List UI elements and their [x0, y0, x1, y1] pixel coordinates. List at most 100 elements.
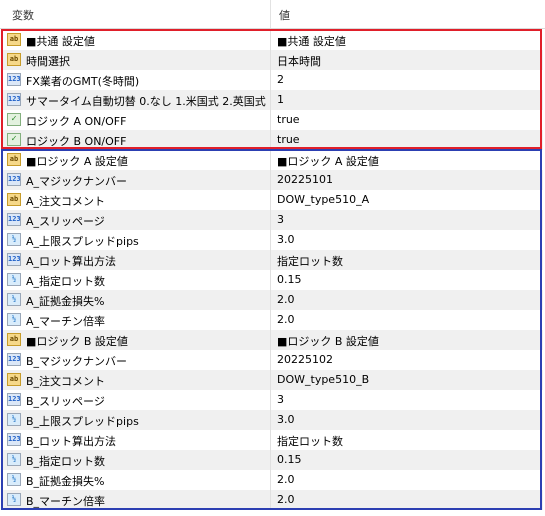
- table-row[interactable]: ½ A_マーチン倍率 2.0: [2, 310, 543, 330]
- variable-cell: ab ■ロジック B 設定値: [2, 330, 271, 350]
- variable-value[interactable]: 2.0: [277, 473, 295, 486]
- table-row[interactable]: 123 A_スリッページ 3: [2, 210, 543, 230]
- value-cell[interactable]: 2.0: [270, 310, 543, 330]
- variable-cell: ½ A_指定ロット数: [2, 270, 271, 290]
- variable-value[interactable]: ■ロジック B 設定値: [277, 333, 379, 349]
- value-cell[interactable]: 20225101: [270, 170, 543, 190]
- double-type-icon: ½: [7, 313, 21, 326]
- table-row[interactable]: 123 B_スリッページ 3: [2, 390, 543, 410]
- value-cell[interactable]: 3.0: [270, 410, 543, 430]
- table-row[interactable]: ½ A_上限スプレッドpips 3.0: [2, 230, 543, 250]
- column-header-value[interactable]: 値: [279, 7, 290, 23]
- value-cell[interactable]: true: [270, 110, 543, 130]
- table-row[interactable]: ab ■共通 設定値 ■共通 設定値: [2, 30, 543, 50]
- variable-value[interactable]: 2: [277, 73, 284, 86]
- string-type-icon: ab: [7, 53, 21, 66]
- variable-name: FX業者のGMT(冬時間): [26, 75, 140, 88]
- table-row[interactable]: 123 A_マジックナンバー 20225101: [2, 170, 543, 190]
- value-cell[interactable]: 0.15: [270, 450, 543, 470]
- value-cell[interactable]: 指定ロット数: [270, 430, 543, 450]
- value-cell[interactable]: true: [270, 130, 543, 150]
- table-row[interactable]: 123 FX業者のGMT(冬時間) 2: [2, 70, 543, 90]
- string-type-icon: ab: [7, 33, 21, 46]
- table-row[interactable]: 123 B_マジックナンバー 20225102: [2, 350, 543, 370]
- variable-value[interactable]: 20225102: [277, 353, 333, 366]
- variable-cell: 123 A_マジックナンバー: [2, 170, 271, 190]
- variable-name: ■共通 設定値: [26, 35, 95, 48]
- variable-value[interactable]: 3.0: [277, 233, 295, 246]
- variable-value[interactable]: DOW_type510_B: [277, 373, 369, 386]
- variable-cell: 123 A_スリッページ: [2, 210, 271, 230]
- variable-value[interactable]: ■共通 設定値: [277, 33, 346, 49]
- table-row[interactable]: ab ■ロジック B 設定値 ■ロジック B 設定値: [2, 330, 543, 350]
- variable-value[interactable]: DOW_type510_A: [277, 193, 369, 206]
- variable-value[interactable]: 指定ロット数: [277, 433, 343, 449]
- table-row[interactable]: ab ■ロジック A 設定値 ■ロジック A 設定値: [2, 150, 543, 170]
- value-cell[interactable]: ■共通 設定値: [270, 30, 543, 50]
- table-row[interactable]: ½ B_証拠金損失% 2.0: [2, 470, 543, 490]
- value-cell[interactable]: 指定ロット数: [270, 250, 543, 270]
- variable-value[interactable]: 1: [277, 93, 284, 106]
- variable-cell: ½ B_マーチン倍率: [2, 490, 271, 510]
- value-cell[interactable]: 2: [270, 70, 543, 90]
- value-cell[interactable]: 3.0: [270, 230, 543, 250]
- integer-type-icon: 123: [7, 93, 21, 106]
- variable-value[interactable]: true: [277, 133, 300, 146]
- value-cell[interactable]: 3: [270, 210, 543, 230]
- variable-value[interactable]: 20225101: [277, 173, 333, 186]
- variable-value[interactable]: ■ロジック A 設定値: [277, 153, 379, 169]
- value-cell[interactable]: 2.0: [270, 290, 543, 310]
- table-row[interactable]: 123 B_ロット算出方法 指定ロット数: [2, 430, 543, 450]
- variable-value[interactable]: 3: [277, 393, 284, 406]
- column-header-variable[interactable]: 変数: [12, 7, 34, 23]
- table-row[interactable]: ✓ ロジック A ON/OFF true: [2, 110, 543, 130]
- value-cell[interactable]: 日本時間: [270, 50, 543, 70]
- table-row[interactable]: ab 時間選択 日本時間: [2, 50, 543, 70]
- variable-name: B_ロット算出方法: [26, 435, 117, 448]
- double-type-icon: ½: [7, 453, 21, 466]
- table-row[interactable]: ab B_注文コメント DOW_type510_B: [2, 370, 543, 390]
- variable-value[interactable]: 指定ロット数: [277, 253, 343, 269]
- variable-cell: ab ■ロジック A 設定値: [2, 150, 271, 170]
- value-cell[interactable]: DOW_type510_A: [270, 190, 543, 210]
- table-row[interactable]: 123 サマータイム自動切替 0.なし 1.米国式 2.英国式 1: [2, 90, 543, 110]
- variable-name: A_スリッページ: [26, 215, 105, 228]
- variable-value[interactable]: 2.0: [277, 313, 295, 326]
- variable-value[interactable]: 2.0: [277, 493, 295, 506]
- variable-value[interactable]: 0.15: [277, 453, 302, 466]
- variable-cell: ab ■共通 設定値: [2, 30, 271, 50]
- value-cell[interactable]: 0.15: [270, 270, 543, 290]
- value-cell[interactable]: 3: [270, 390, 543, 410]
- value-cell[interactable]: 20225102: [270, 350, 543, 370]
- variable-value[interactable]: 日本時間: [277, 53, 321, 69]
- variable-value[interactable]: 0.15: [277, 273, 302, 286]
- variable-value[interactable]: 2.0: [277, 293, 295, 306]
- table-row[interactable]: 123 A_ロット算出方法 指定ロット数: [2, 250, 543, 270]
- variable-cell: ½ B_証拠金損失%: [2, 470, 271, 490]
- table-row[interactable]: ½ A_指定ロット数 0.15: [2, 270, 543, 290]
- table-row[interactable]: ½ B_上限スプレッドpips 3.0: [2, 410, 543, 430]
- value-cell[interactable]: 2.0: [270, 490, 543, 510]
- variable-name: B_上限スプレッドpips: [26, 415, 139, 428]
- value-cell[interactable]: ■ロジック A 設定値: [270, 150, 543, 170]
- table-row[interactable]: ½ B_マーチン倍率 2.0: [2, 490, 543, 510]
- variable-value[interactable]: 3: [277, 213, 284, 226]
- value-cell[interactable]: DOW_type510_B: [270, 370, 543, 390]
- value-cell[interactable]: ■ロジック B 設定値: [270, 330, 543, 350]
- variable-value[interactable]: 3.0: [277, 413, 295, 426]
- table-row[interactable]: ½ A_証拠金損失% 2.0: [2, 290, 543, 310]
- table-row[interactable]: ab A_注文コメント DOW_type510_A: [2, 190, 543, 210]
- value-cell[interactable]: 2.0: [270, 470, 543, 490]
- table-row[interactable]: ✓ ロジック B ON/OFF true: [2, 130, 543, 150]
- variable-name: A_指定ロット数: [26, 275, 106, 288]
- integer-type-icon: 123: [7, 393, 21, 406]
- table-row[interactable]: ½ B_指定ロット数 0.15: [2, 450, 543, 470]
- variable-cell: ½ A_マーチン倍率: [2, 310, 271, 330]
- column-separator[interactable]: [270, 0, 271, 28]
- variable-value[interactable]: true: [277, 113, 300, 126]
- variable-cell: ½ B_上限スプレッドpips: [2, 410, 271, 430]
- variable-name: B_マジックナンバー: [26, 355, 128, 368]
- integer-type-icon: 123: [7, 353, 21, 366]
- variable-name: 時間選択: [26, 55, 70, 68]
- value-cell[interactable]: 1: [270, 90, 543, 110]
